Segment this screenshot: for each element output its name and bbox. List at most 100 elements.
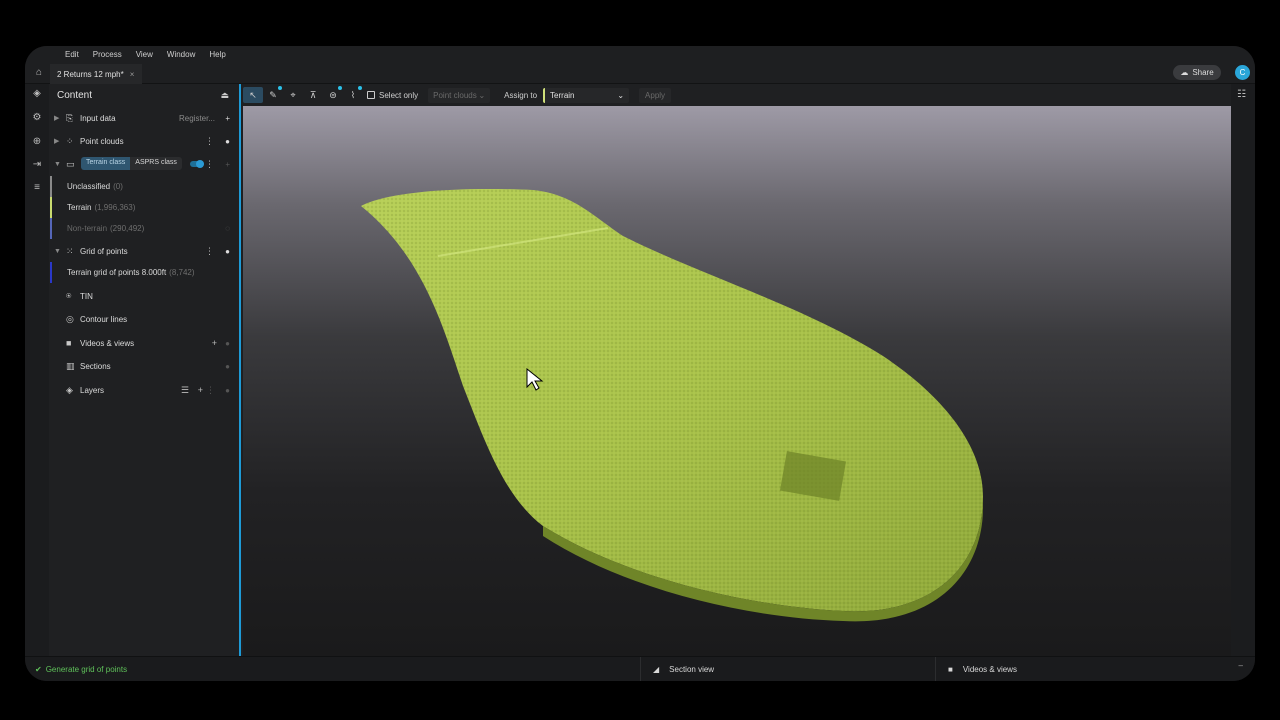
avatar[interactable]: C (1235, 65, 1250, 80)
apply-button[interactable]: Apply (639, 87, 672, 103)
videos-views-label: Videos & views (962, 665, 1017, 674)
tree-item-layers[interactable]: ◈ Layers ☰ + ⋮ ● (49, 379, 239, 401)
section-view-label: Section view (669, 665, 715, 674)
class-item-unclassified[interactable]: Unclassified (0) (49, 176, 239, 197)
class-color-bar (50, 197, 52, 218)
add-icon[interactable]: + (225, 114, 230, 123)
tree-item-grid-of-points[interactable]: ▼ ⁙ Grid of points ⋮ ● (49, 240, 239, 262)
class-item-terrain[interactable]: Terrain (1,996,363) (49, 197, 239, 218)
point-clouds-dropdown[interactable]: Point clouds ⌄ (428, 87, 491, 103)
videos-views-tab[interactable]: ■ Videos & views (935, 657, 1230, 681)
add-icon[interactable]: + (225, 160, 230, 169)
tree-item-label: Contour lines (80, 314, 128, 324)
grid-child-label: Terrain grid of points 8.000ft (67, 268, 167, 277)
more-icon[interactable]: ⋮ (205, 159, 214, 170)
tree-item-label: TIN (80, 291, 93, 301)
class-count: (1,996,363) (94, 203, 136, 212)
measure-tool-icon[interactable]: ⊼ (303, 87, 323, 103)
pin-tool-icon[interactable]: ⌖ (283, 87, 303, 103)
chevron-right-icon[interactable]: ▶ (54, 137, 59, 145)
dropdown-value: Terrain (550, 90, 575, 100)
eye-icon[interactable]: ● (225, 386, 230, 395)
sliders-icon[interactable]: ≡ (31, 182, 43, 194)
status-bar: ✔ Generate grid of points ◢ Section view… (25, 656, 1255, 681)
eye-icon[interactable]: ● (225, 339, 230, 348)
add-icon[interactable]: + (198, 385, 203, 395)
tree-item-contour-lines[interactable]: ◎ Contour lines (49, 308, 239, 330)
eye-icon[interactable]: ● (225, 247, 230, 256)
class-count: (0) (113, 182, 123, 191)
visibility-toggle[interactable] (190, 160, 204, 168)
left-icon-rail: ◈ ⚙ ⊕ ⇥ ≡ (25, 84, 49, 656)
document-tab-title: 2 Returns 12 mph* (57, 69, 124, 79)
minimize-icon[interactable]: – (1239, 661, 1243, 670)
list-icon[interactable]: ☰ (181, 385, 189, 396)
document-tab[interactable]: 2 Returns 12 mph* × (50, 64, 142, 84)
menu-edit[interactable]: Edit (65, 50, 79, 59)
chart-icon: ◢ (653, 665, 660, 674)
menu-window[interactable]: Window (167, 50, 195, 59)
properties-icon[interactable]: ☷ (1237, 89, 1246, 100)
menu-process[interactable]: Process (93, 50, 122, 59)
chevron-down-icon[interactable]: ▼ (54, 161, 61, 168)
content-panel: Content ⏏ ▶ ⎘ Input data Register... + ▶… (49, 84, 241, 656)
class-label: Terrain (67, 203, 92, 212)
class-label: Non-terrain (67, 224, 108, 233)
3d-viewport[interactable] (243, 106, 1231, 656)
chevron-down-icon: ⌄ (617, 90, 625, 100)
chevron-right-icon[interactable]: ▶ (54, 114, 59, 122)
chevron-down-icon[interactable]: ▼ (54, 248, 61, 255)
tree-item-videos-views[interactable]: ■ Videos & views + ● (49, 332, 239, 354)
eye-off-icon[interactable]: ◌ (225, 224, 230, 233)
tab-terrain-class[interactable]: Terrain class (81, 157, 131, 170)
video-camera-icon: ■ (66, 338, 72, 348)
tree-item-label: Point clouds (80, 136, 124, 146)
more-icon[interactable]: ⋮ (205, 246, 214, 257)
select-tool-icon[interactable]: ↖ (243, 87, 263, 103)
tree-item-classification[interactable]: ▼ ▭ Terrain class ASPRS class ⋮ + (49, 153, 239, 175)
video-camera-icon: ■ (948, 665, 953, 674)
register-link[interactable]: Register... (179, 114, 215, 123)
share-button[interactable]: ☁ Share (1173, 65, 1221, 80)
tree-item-tin[interactable]: ⍟ TIN (49, 285, 239, 307)
menu-help[interactable]: Help (209, 50, 225, 59)
eject-icon[interactable]: ⏏ (220, 90, 229, 101)
tree-item-point-clouds[interactable]: ▶ ⁘ Point clouds ⋮ ● (49, 130, 239, 152)
tab-asprs-class[interactable]: ASPRS class (130, 157, 182, 170)
eye-icon[interactable]: ● (225, 362, 230, 371)
status-text: Generate grid of points (45, 665, 128, 674)
select-only-checkbox[interactable] (367, 91, 375, 99)
tree-item-label: Input data (80, 113, 116, 123)
dropdown-value: Point clouds (433, 90, 477, 100)
export-icon[interactable]: ⇥ (31, 159, 43, 171)
menu-view[interactable]: View (136, 50, 153, 59)
class-scheme-toggle[interactable]: Terrain class ASPRS class (81, 157, 182, 170)
input-data-icon: ⎘ (66, 112, 74, 123)
profile-tool-icon[interactable]: ⌇ (343, 86, 363, 103)
mouse-cursor-icon (526, 368, 544, 391)
gear-icon[interactable]: ⚙ (31, 112, 43, 124)
grid-child-item[interactable]: Terrain grid of points 8.000ft (8,742) (49, 262, 239, 283)
tree-item-input-data[interactable]: ▶ ⎘ Input data Register... + (49, 107, 239, 129)
add-icon[interactable]: + (212, 338, 217, 348)
globe-icon[interactable]: ⊕ (31, 136, 43, 148)
pen-tool-icon[interactable]: ✎ (263, 86, 283, 103)
volume-tool-icon[interactable]: ⊜ (323, 86, 343, 103)
tree-item-sections[interactable]: ▥ Sections ● (49, 355, 239, 377)
tab-bar: ⌂ 2 Returns 12 mph* × ☁ Share C (25, 62, 1255, 84)
home-icon[interactable]: ⌂ (33, 67, 45, 79)
section-view-tab[interactable]: ◢ Section view (640, 657, 935, 681)
panel-title: Content (57, 90, 93, 101)
close-icon[interactable]: × (130, 70, 135, 79)
class-count: (290,492) (110, 224, 145, 233)
select-only-label: Select only (379, 90, 419, 100)
class-item-non-terrain[interactable]: Non-terrain (290,492) ◌ (49, 218, 239, 239)
layers-icon: ◈ (66, 384, 73, 395)
more-icon[interactable]: ⋮ (206, 385, 215, 396)
layers-icon[interactable]: ◈ (31, 88, 43, 100)
more-icon[interactable]: ⋮ (205, 136, 214, 147)
sections-icon: ▥ (66, 360, 75, 371)
class-color-bar (50, 176, 52, 197)
assign-class-dropdown[interactable]: Terrain ⌄ (543, 87, 630, 103)
eye-icon[interactable]: ● (225, 137, 230, 146)
